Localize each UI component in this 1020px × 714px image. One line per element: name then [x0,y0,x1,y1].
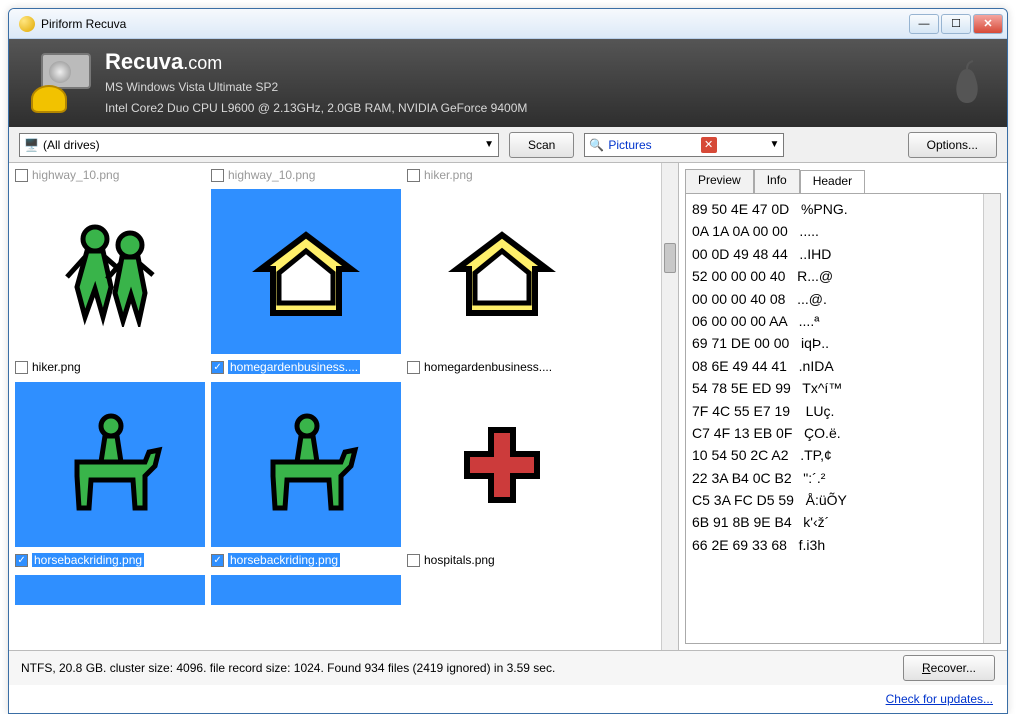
minimize-button[interactable]: — [909,14,939,34]
scroll-thumb[interactable] [664,243,676,273]
detail-tabs: PreviewInfoHeader [685,169,1001,193]
file-caption-partial[interactable]: highway_10.png [211,167,401,183]
file-caption-partial[interactable]: highway_10.png [15,167,205,183]
file-caption-partial[interactable]: hiker.png [407,167,597,183]
app-window: Piriform Recuva — ☐ ✕ Recuva.com MS Wind… [8,8,1008,714]
checkbox[interactable] [211,169,224,182]
toolbar: 🖥️ (All drives) ▼ Scan 🔍 Pictures ✕ ▼ Op… [9,127,1007,163]
app-icon [19,16,35,32]
brand-label: Recuva.com [105,49,527,75]
status-text: NTFS, 20.8 GB. cluster size: 4096. file … [21,661,555,675]
hex-content: 89 50 4E 47 0D %PNG. 0A 1A 0A 00 00 ....… [692,198,994,556]
chevron-down-icon: ▼ [484,139,494,150]
file-thumbnail[interactable]: homegardenbusiness.... [407,189,597,376]
tab-preview[interactable]: Preview [685,169,754,193]
file-caption[interactable]: ✓homegardenbusiness.... [211,358,401,376]
file-thumbnail[interactable]: hiker.png [15,189,205,376]
content-area: highway_10.png highway_10.png hiker.png hi… [9,163,1007,651]
vertical-scrollbar[interactable] [661,163,678,650]
tab-header[interactable]: Header [800,170,865,194]
house-yellow-icon [251,217,361,327]
horse-icon [251,410,361,520]
file-thumbnail[interactable]: ✓homegardenbusiness.... [211,189,401,376]
file-caption[interactable]: homegardenbusiness.... [407,358,597,376]
clear-filter-icon[interactable]: ✕ [701,137,717,153]
scan-button[interactable]: Scan [509,132,574,158]
partial-thumb[interactable] [407,575,597,605]
file-caption[interactable]: ✓horsebackriding.png [15,551,205,569]
pear-icon [947,57,987,107]
recover-button[interactable]: Recover... [903,655,995,681]
window-title: Piriform Recuva [41,17,126,31]
hex-view[interactable]: 89 50 4E 47 0D %PNG. 0A 1A 0A 00 00 ....… [685,193,1001,644]
thumbnail-pane: highway_10.png highway_10.png hiker.png hi… [9,163,679,650]
hard-disk-helmet-icon [31,53,91,113]
partial-thumb[interactable] [211,575,401,605]
tab-info[interactable]: Info [754,169,800,193]
filter-dropdown[interactable]: 🔍 Pictures ✕ ▼ [584,133,784,157]
file-caption[interactable]: ✓horsebackriding.png [211,551,401,569]
hiker-icon [55,217,165,327]
house-yellow-icon [447,217,557,327]
file-caption[interactable]: hiker.png [15,358,205,376]
thumbnail-grid[interactable]: highway_10.png highway_10.png hiker.png hi… [15,167,658,646]
checkbox[interactable] [15,361,28,374]
details-pane: PreviewInfoHeader 89 50 4E 47 0D %PNG. 0… [679,163,1007,650]
checkbox[interactable] [15,169,28,182]
checkbox[interactable] [407,169,420,182]
checkbox[interactable]: ✓ [15,554,28,567]
partial-thumb[interactable] [15,575,205,605]
checkbox[interactable] [407,361,420,374]
horse-icon [55,410,165,520]
file-thumbnail[interactable]: ✓horsebackriding.png [15,382,205,569]
checkbox[interactable]: ✓ [211,554,224,567]
checkbox[interactable]: ✓ [211,361,224,374]
check-updates-link[interactable]: Check for updates... [886,692,993,706]
vertical-scrollbar[interactable] [983,194,1000,643]
hardware-info: Intel Core2 Duo CPU L9600 @ 2.13GHz, 2.0… [105,100,527,117]
drive-icon: 🖥️ [24,138,39,152]
file-thumbnail[interactable]: ✓horsebackriding.png [211,382,401,569]
os-info: MS Windows Vista Ultimate SP2 [105,79,527,96]
titlebar[interactable]: Piriform Recuva — ☐ ✕ [9,9,1007,39]
checkbox[interactable] [407,554,420,567]
close-button[interactable]: ✕ [973,14,1003,34]
filter-label: Pictures [608,138,651,152]
statusbar: NTFS, 20.8 GB. cluster size: 4096. file … [9,651,1007,685]
drives-dropdown[interactable]: 🖥️ (All drives) ▼ [19,133,499,157]
file-thumbnail[interactable]: hospitals.png [407,382,597,569]
search-icon: 🔍 [589,138,604,152]
drives-label: (All drives) [43,138,100,152]
maximize-button[interactable]: ☐ [941,14,971,34]
file-caption[interactable]: hospitals.png [407,551,597,569]
chevron-down-icon: ▼ [769,139,779,150]
footer: Check for updates... [9,685,1007,713]
options-button[interactable]: Options... [908,132,997,158]
header: Recuva.com MS Windows Vista Ultimate SP2… [9,39,1007,127]
cross-icon [447,410,557,520]
